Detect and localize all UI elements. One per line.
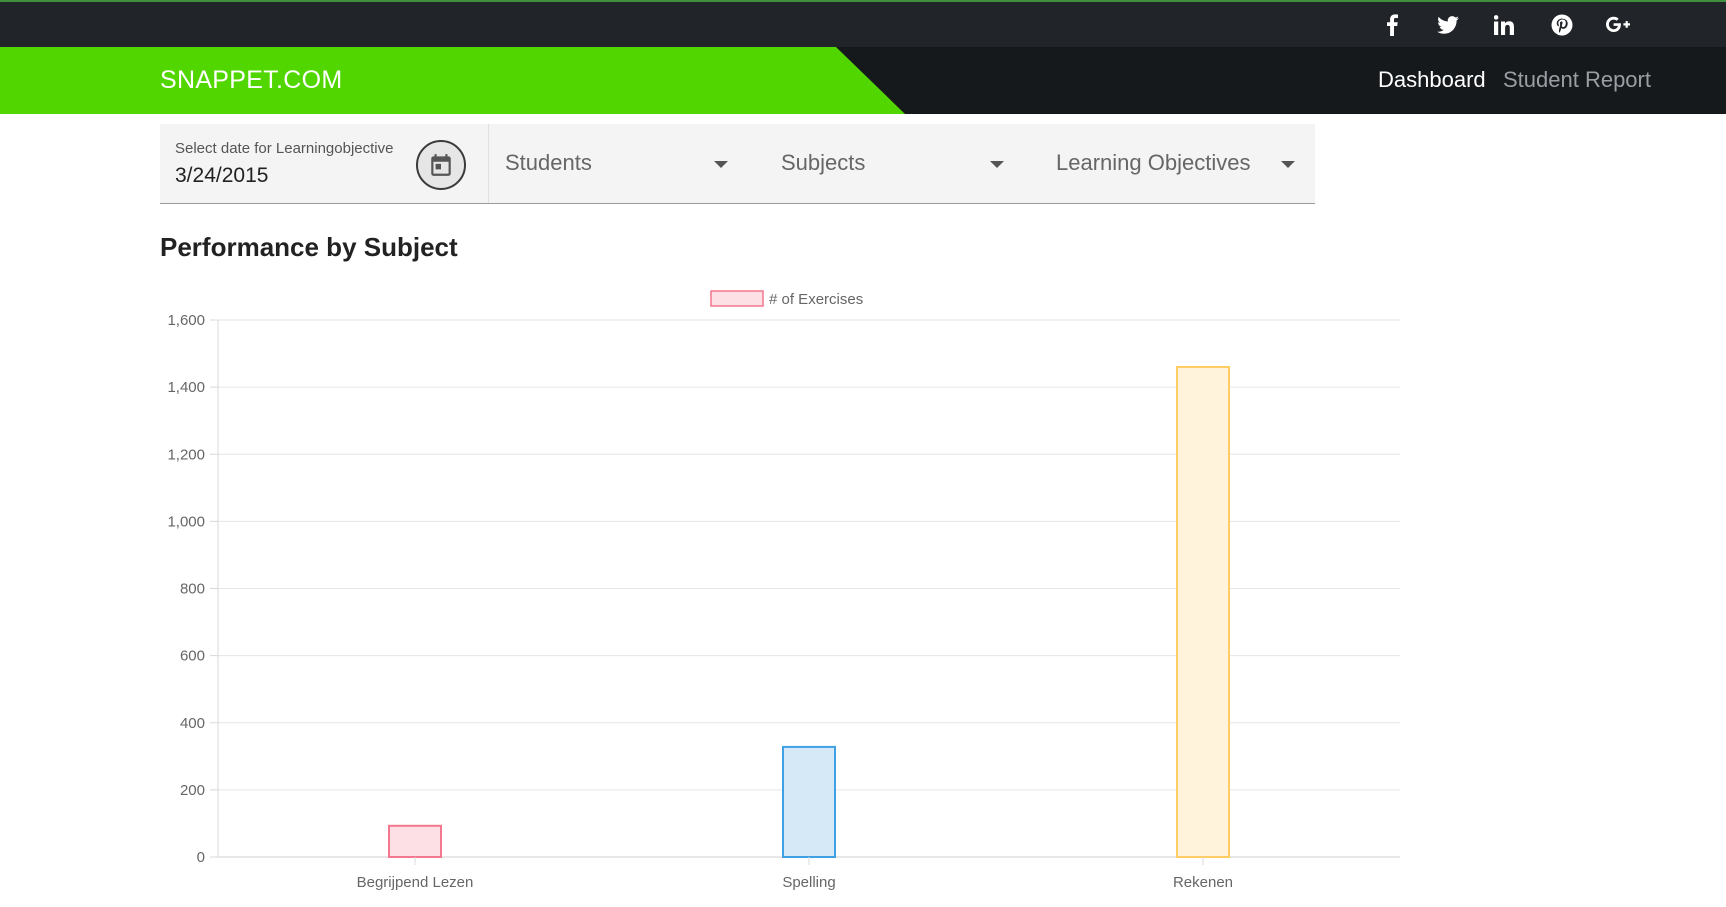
pinterest-icon[interactable] xyxy=(1548,12,1576,38)
y-tick-label: 800 xyxy=(180,581,205,598)
y-tick-label: 400 xyxy=(180,715,205,732)
twitter-icon[interactable] xyxy=(1434,12,1462,38)
chart-bar xyxy=(782,745,836,859)
y-tick-label: 1,200 xyxy=(167,446,205,463)
social-bar xyxy=(0,2,1726,47)
subjects-dropdown-label: Subjects xyxy=(781,150,866,175)
date-label: Select date for Learningobjective xyxy=(175,140,394,157)
nav-dashboard[interactable]: Dashboard xyxy=(1378,67,1486,93)
section-title: Performance by Subject xyxy=(160,232,458,262)
google-plus-icon[interactable] xyxy=(1604,12,1632,38)
date-value[interactable]: 3/24/2015 xyxy=(175,164,268,188)
y-tick-label: 0 xyxy=(197,849,205,866)
date-picker[interactable]: Select date for Learningobjective 3/24/2… xyxy=(160,124,489,203)
y-tick-label: 1,000 xyxy=(167,513,205,530)
x-tick-label: Spelling xyxy=(782,874,835,891)
x-tick-label: Rekenen xyxy=(1173,874,1233,891)
main-navbar: SNAPPET.COM Dashboard Student Report xyxy=(0,47,1726,114)
performance-bar-chart: 0 200 400 600 800 1,000 1,200 1,400 1,600 Begrijp… xyxy=(167,290,1400,891)
legend-label: # of Exercises xyxy=(769,291,863,308)
y-tick-label: 200 xyxy=(180,782,205,799)
facebook-icon[interactable] xyxy=(1378,12,1406,38)
calendar-icon[interactable] xyxy=(416,140,466,190)
brand-logo[interactable]: SNAPPET.COM xyxy=(160,66,343,95)
nav-student-report[interactable]: Student Report xyxy=(1503,67,1651,93)
students-dropdown[interactable]: Students xyxy=(488,124,748,203)
brand-banner xyxy=(0,47,905,114)
legend-swatch xyxy=(710,290,764,307)
learning-objectives-dropdown-label: Learning Objectives xyxy=(1056,150,1251,175)
subjects-dropdown[interactable]: Subjects xyxy=(764,124,1024,203)
chevron-down-icon xyxy=(1281,161,1295,168)
linkedin-icon[interactable] xyxy=(1490,12,1518,38)
x-tick-label: Begrijpend Lezen xyxy=(357,874,474,891)
chart-bar xyxy=(388,824,442,858)
chevron-down-icon xyxy=(714,161,728,168)
y-tick-label: 600 xyxy=(180,648,205,665)
y-tick-label: 1,600 xyxy=(167,312,205,329)
chevron-down-icon xyxy=(990,161,1004,168)
learning-objectives-dropdown[interactable]: Learning Objectives xyxy=(1039,124,1315,203)
chart-bar xyxy=(1176,365,1230,859)
filter-bar: Select date for Learningobjective 3/24/2… xyxy=(160,124,1315,204)
students-dropdown-label: Students xyxy=(505,150,592,175)
y-tick-label: 1,400 xyxy=(167,379,205,396)
